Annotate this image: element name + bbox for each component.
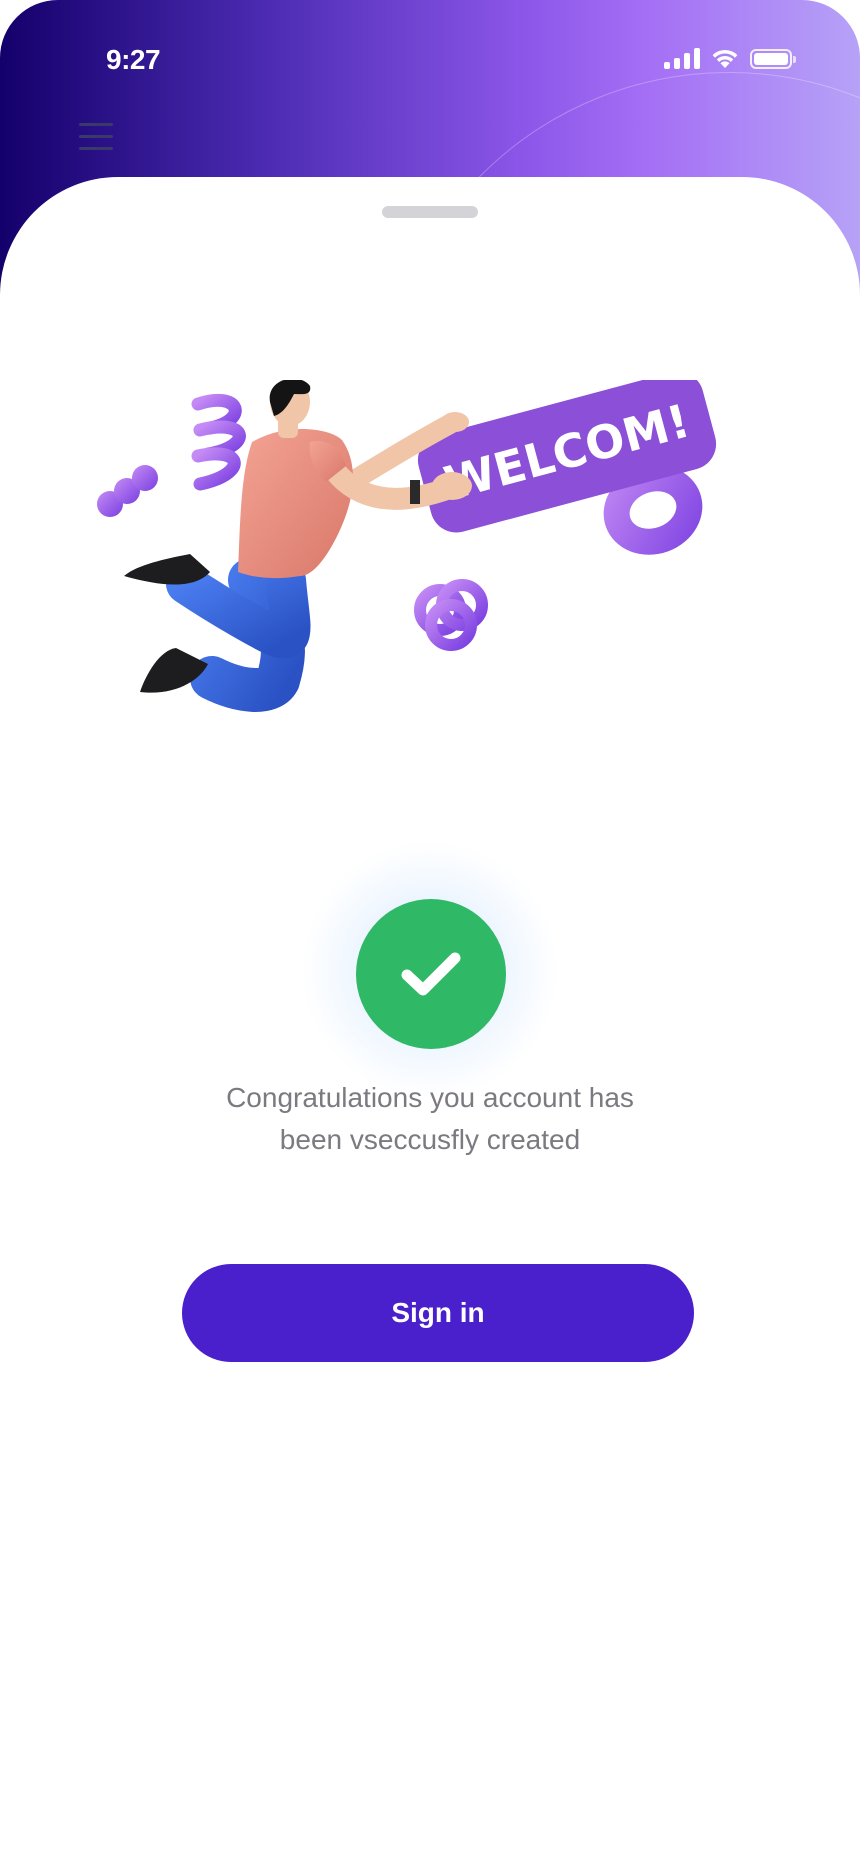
battery-icon <box>750 49 796 69</box>
success-message: Congratulations you account has been vse… <box>130 1077 730 1161</box>
app-screen: 9:27 WELCOM! Congratulations you account… <box>0 0 860 1860</box>
success-message-line1: Congratulations you account has <box>226 1082 634 1113</box>
sheet-grabber-handle[interactable] <box>382 206 478 218</box>
purple-balls-shape <box>97 465 158 517</box>
purple-knot-shape <box>414 579 488 651</box>
checkmark-icon <box>401 952 461 996</box>
wifi-icon <box>712 49 738 68</box>
hamburger-menu-icon[interactable] <box>79 123 113 153</box>
cellular-signal-icon <box>664 47 700 69</box>
welcome-illustration: WELCOM! <box>97 380 717 712</box>
sign-in-button[interactable]: Sign in <box>182 1264 694 1362</box>
status-bar: 9:27 <box>0 0 860 120</box>
purple-spring-shape <box>191 393 246 491</box>
status-icons <box>664 47 796 69</box>
success-message-line2: been vseccusfly created <box>279 1124 581 1155</box>
success-badge <box>356 899 506 1049</box>
status-time: 9:27 <box>106 44 161 75</box>
